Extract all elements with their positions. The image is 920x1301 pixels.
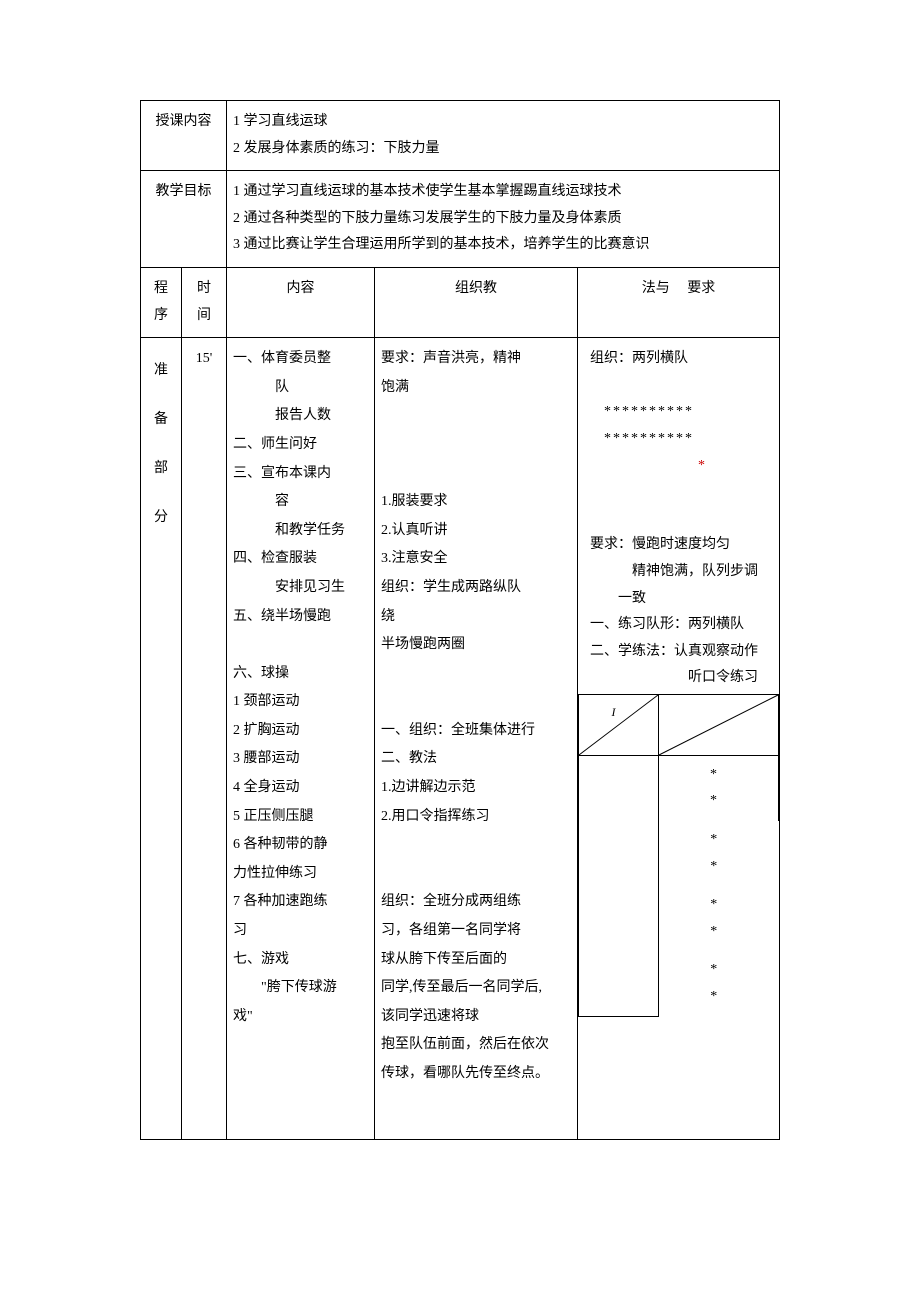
header-sequence: 程 序 — [141, 267, 182, 337]
teacher-mark-icon: * — [590, 453, 773, 480]
content-line-2: 2 发展身体素质的练习：下肢力量 — [233, 136, 773, 163]
goal-line-3: 3 通过比赛让学生合理运用所学到的基本技术，培养学生的比赛意识 — [233, 232, 773, 259]
prep-time: 15' — [182, 338, 227, 1140]
lesson-plan-table: 授课内容 1 学习直线运球 2 发展身体素质的练习：下肢力量 教学目标 1 通过… — [140, 100, 780, 1140]
header-time: 时 间 — [182, 267, 227, 337]
goal-line-1: 1 通过学习直线运球的基本技术使学生基本掌握踢直线运球技术 — [233, 179, 773, 206]
header-content: 内容 — [227, 267, 375, 337]
teaching-content-label: 授课内容 — [141, 101, 227, 171]
formation-star-row: * * — [659, 755, 779, 821]
prep-content-cell: 一、体育委员整 队 报告人数 二、师生问好 三、宣布本课内 容 和教学任务 四、… — [227, 338, 375, 1140]
teaching-content-body: 1 学习直线运球 2 发展身体素质的练习：下肢力量 — [227, 101, 780, 171]
prep-org-cell: 要求：声音洪亮，精神 饱满 1.服装要求 2.认真听讲 3.注意安全 组织：学生… — [375, 338, 578, 1140]
formation-row-2: ********** — [590, 426, 773, 453]
header-organization: 组织教 — [375, 267, 578, 337]
goal-line-2: 2 通过各种类型的下肢力量练习发展学生的下肢力量及身体素质 — [233, 206, 773, 233]
formation-star-row: * * — [659, 821, 779, 886]
diagonal-line-icon — [659, 695, 778, 755]
prep-method-cell: 组织：两列横队 ********** ********** * 要求：慢跑时速度… — [578, 338, 780, 1140]
teaching-goal-body: 1 通过学习直线运球的基本技术使学生基本掌握踢直线运球技术 2 通过各种类型的下… — [227, 171, 780, 268]
formation-row-1: ********** — [590, 399, 773, 426]
formation-diagram: I * * * * * * * * — [578, 694, 779, 1017]
formation-star-row: * * — [659, 886, 779, 951]
teaching-goal-label: 教学目标 — [141, 171, 227, 268]
header-method-req: 法与 要求 — [578, 267, 780, 337]
content-line-1: 1 学习直线运球 — [233, 109, 773, 136]
formation-star-row: * * — [659, 951, 779, 1016]
prep-section-label: 准 备 部 分 — [141, 338, 182, 1140]
